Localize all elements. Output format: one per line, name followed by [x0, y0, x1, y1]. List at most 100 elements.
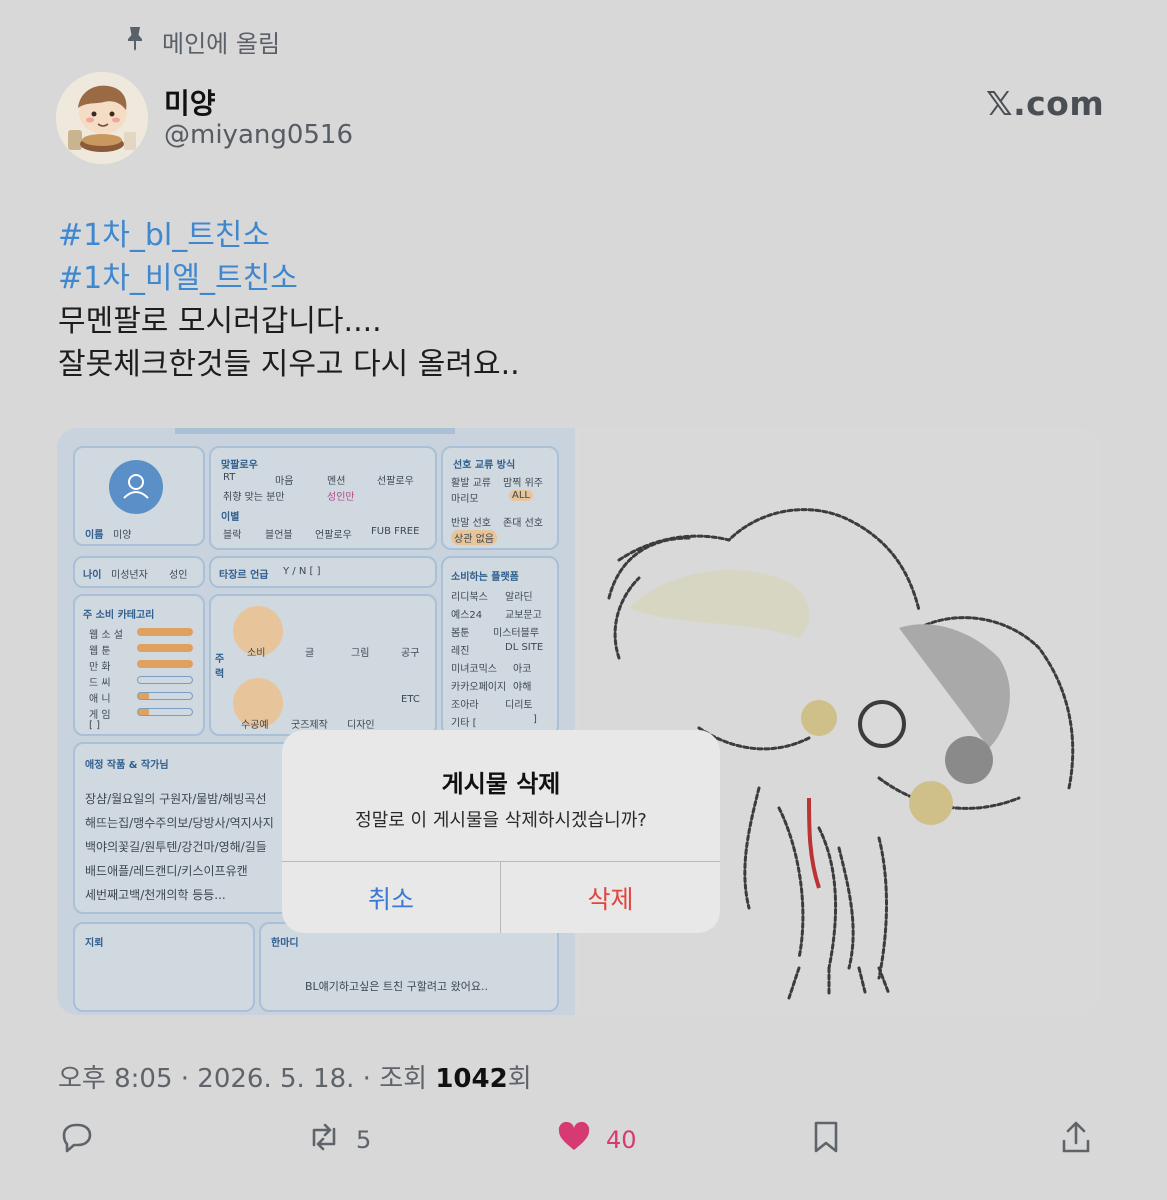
- pref-opt: 존대 선호: [503, 518, 543, 529]
- x-logo: 𝕏.com: [986, 84, 1105, 123]
- category-item: [ ]: [89, 720, 100, 731]
- category-box: 주 소비 카테고리 웹 소 설 웹 툰 만 화 드 씨 애 니 게 임 [ ]: [73, 594, 205, 736]
- platform-opt: 미녀코믹스: [451, 664, 497, 675]
- platform-opt: 카카오페이지: [451, 682, 507, 693]
- works-line: 해뜨는집/맹수주의보/당방사/역지사지: [85, 816, 274, 830]
- avatar[interactable]: [56, 72, 148, 164]
- category-bar: [137, 708, 193, 716]
- follow-opt: 선팔로우: [377, 476, 414, 487]
- platform-opt: 봄툰: [451, 628, 470, 639]
- platform-opt: 조아라: [451, 700, 479, 711]
- platform-opt: 디리토: [505, 700, 533, 711]
- age-opt: 미성년자: [111, 570, 148, 581]
- pref-opt: 반말 선호: [451, 518, 491, 529]
- category-item: 웹 툰: [89, 646, 111, 657]
- bookmark-icon: [808, 1119, 844, 1161]
- age-opt: 성인: [169, 570, 188, 581]
- pref-opt: 맘찍 위주: [503, 478, 543, 489]
- landmine-box: 지뢰: [73, 922, 255, 1012]
- category-item: 웹 소 설: [89, 630, 123, 641]
- pref-box: 선호 교류 방식 활발 교류 맘찍 위주 마리모 ALL 반말 선호 존대 선호…: [441, 446, 559, 550]
- activity-item: 디자인: [347, 720, 375, 731]
- dialog-title: 게시물 삭제: [441, 770, 561, 798]
- activity-item: 굿즈제작: [291, 720, 328, 731]
- activity-item: 수공예: [241, 720, 269, 731]
- block-heading: 이별: [221, 512, 240, 523]
- platform-opt: 야해: [513, 682, 532, 693]
- activity-label: 주력: [215, 654, 225, 680]
- follow-box: 맞팔로우 RT 마음 멘션 선팔로우 취향 맞는 분만 성인만 이별 블락 블언…: [209, 446, 437, 550]
- other-genre-value: Y / N [ ]: [283, 566, 321, 577]
- hashtag-link[interactable]: #1차_비엘_트친소: [58, 257, 520, 300]
- works-line: 배드애플/레드캔디/키스이프유캔: [85, 864, 248, 878]
- category-item: 게 임: [89, 710, 111, 721]
- share-button[interactable]: [1058, 1120, 1094, 1160]
- activity-item: 글: [305, 648, 315, 659]
- category-item: 애 니: [89, 694, 111, 705]
- delete-dialog: 게시물 삭제 정말로 이 게시물을 삭제하시겠습니까? 취소 삭제: [282, 730, 720, 933]
- works-line: 백야의꽃길/원투텐/강건마/영해/길들: [85, 840, 267, 854]
- category-bar: [137, 660, 193, 668]
- cancel-button[interactable]: 취소: [282, 862, 500, 933]
- works-line: 장샴/월요일의 구원자/물밤/해빙곡선: [85, 792, 267, 806]
- activity-item: 그림: [351, 648, 370, 659]
- pin-icon: [124, 25, 146, 57]
- platform-opt: ]: [533, 714, 537, 725]
- platform-opt: 아코: [513, 664, 532, 675]
- bookmark-button[interactable]: [808, 1120, 844, 1160]
- reply-icon: [58, 1119, 94, 1161]
- block-opt: 블락: [223, 530, 242, 541]
- block-opt: 블언블: [265, 530, 293, 541]
- follow-opt: 멘션: [327, 476, 346, 487]
- like-button[interactable]: 40: [556, 1120, 637, 1160]
- dialog-message: 정말로 이 게시물을 삭제하시겠습니까?: [355, 810, 647, 831]
- other-genre-label: 타장르 언급: [219, 570, 269, 581]
- platform-opt: 기타 [: [451, 718, 477, 729]
- share-icon: [1058, 1119, 1094, 1161]
- category-bar: [137, 676, 193, 684]
- follow-opt: RT: [223, 472, 236, 483]
- platform-opt: 미스터블루: [493, 628, 539, 639]
- tweet-line: 무멘팔로 모시러갑니다....: [58, 304, 382, 339]
- heart-icon: [556, 1119, 592, 1161]
- oneword-heading: 한마디: [271, 938, 299, 949]
- pref-opt: 마리모: [451, 494, 479, 505]
- category-item: 만 화: [89, 662, 111, 673]
- category-heading: 주 소비 카테고리: [83, 610, 155, 621]
- platform-heading: 소비하는 플랫폼: [451, 572, 519, 583]
- category-bar: [137, 692, 193, 700]
- hashtag-link[interactable]: #1차_bl_트친소: [58, 214, 520, 257]
- landmine-heading: 지뢰: [85, 938, 104, 949]
- retweet-button[interactable]: 5: [306, 1120, 371, 1160]
- platform-opt: DL SITE: [505, 642, 544, 653]
- tweet-line: 잘못체크한것들 지우고 다시 올려요..: [58, 347, 520, 382]
- age-box: 나이 미성년자 성인: [73, 556, 205, 588]
- category-bar: [137, 644, 193, 652]
- activity-item: ETC: [401, 694, 420, 705]
- block-opt: FUB FREE: [371, 526, 420, 537]
- tweet-timestamp: 오후 8:05 · 2026. 5. 18. · 조회: [58, 1064, 436, 1094]
- author-handle[interactable]: @miyang0516: [164, 120, 353, 150]
- view-count: 1042: [435, 1064, 508, 1094]
- works-heading: 애정 작품 & 작가님: [85, 760, 169, 771]
- pinned-label: 메인에 올림: [162, 29, 281, 58]
- pinned-indicator: 메인에 올림: [124, 24, 280, 58]
- platform-opt: 예스24: [451, 610, 483, 621]
- delete-button[interactable]: 삭제: [501, 862, 720, 933]
- category-item: 드 씨: [89, 678, 111, 689]
- works-line: 세번째고백/천개의학 등등...: [85, 888, 226, 902]
- pref-opt: ALL: [509, 490, 533, 501]
- platform-opt: 레진: [451, 646, 470, 657]
- other-genre-box: 타장르 언급 Y / N [ ]: [209, 556, 437, 588]
- pref-opt: 상관 없음: [451, 530, 497, 545]
- pref-heading: 선호 교류 방식: [453, 460, 516, 471]
- reply-button[interactable]: [58, 1120, 94, 1160]
- tweet-meta: 오후 8:05 · 2026. 5. 18. · 조회 1042회: [58, 1058, 532, 1095]
- follow-opt: 취향 맞는 분만: [223, 492, 285, 503]
- follow-opt: 성인만: [327, 492, 355, 503]
- retweet-icon: [306, 1119, 342, 1161]
- author-name[interactable]: 미양: [164, 82, 216, 122]
- activity-box: 주력 소비 글 그림 공구 수공예 굿즈제작 디자인 ETC: [209, 594, 437, 736]
- retweet-count: 5: [356, 1126, 372, 1154]
- pref-opt: 활발 교류: [451, 478, 491, 489]
